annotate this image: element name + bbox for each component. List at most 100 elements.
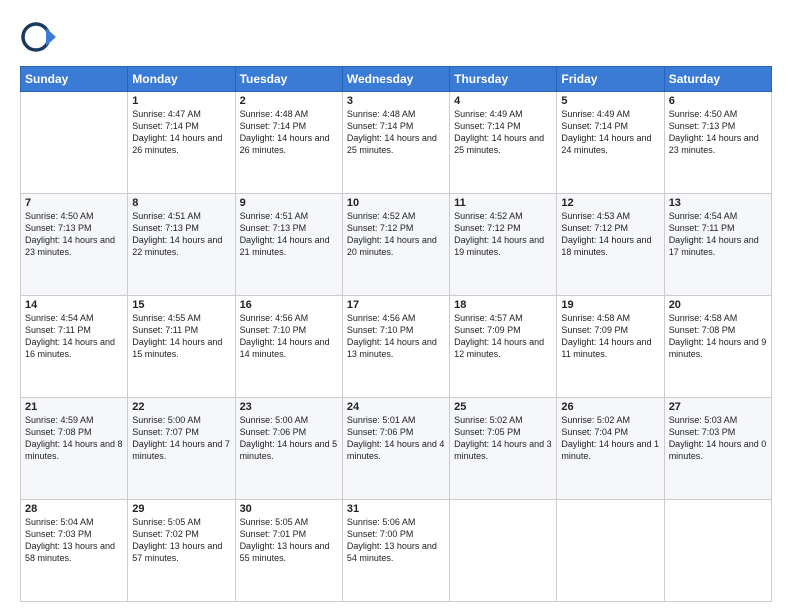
calendar-cell: 27Sunrise: 5:03 AMSunset: 7:03 PMDayligh… [664,398,771,500]
calendar-cell: 8Sunrise: 4:51 AMSunset: 7:13 PMDaylight… [128,194,235,296]
cell-info: Sunrise: 4:55 AMSunset: 7:11 PMDaylight:… [132,312,230,361]
calendar-body: 1Sunrise: 4:47 AMSunset: 7:14 PMDaylight… [21,92,772,602]
day-number: 9 [240,197,338,209]
column-header-thursday: Thursday [450,67,557,92]
day-number: 13 [669,197,767,209]
calendar-cell: 16Sunrise: 4:56 AMSunset: 7:10 PMDayligh… [235,296,342,398]
calendar-cell: 22Sunrise: 5:00 AMSunset: 7:07 PMDayligh… [128,398,235,500]
calendar-cell: 20Sunrise: 4:58 AMSunset: 7:08 PMDayligh… [664,296,771,398]
cell-info: Sunrise: 4:58 AMSunset: 7:09 PMDaylight:… [561,312,659,361]
day-number: 2 [240,95,338,107]
calendar-cell [21,92,128,194]
calendar-header-row: SundayMondayTuesdayWednesdayThursdayFrid… [21,67,772,92]
calendar-cell: 18Sunrise: 4:57 AMSunset: 7:09 PMDayligh… [450,296,557,398]
day-number: 29 [132,503,230,515]
cell-info: Sunrise: 4:57 AMSunset: 7:09 PMDaylight:… [454,312,552,361]
day-number: 10 [347,197,445,209]
calendar-week-2: 7Sunrise: 4:50 AMSunset: 7:13 PMDaylight… [21,194,772,296]
calendar-cell: 4Sunrise: 4:49 AMSunset: 7:14 PMDaylight… [450,92,557,194]
cell-info: Sunrise: 5:02 AMSunset: 7:04 PMDaylight:… [561,414,659,463]
day-number: 25 [454,401,552,413]
cell-info: Sunrise: 5:06 AMSunset: 7:00 PMDaylight:… [347,516,445,565]
cell-info: Sunrise: 4:47 AMSunset: 7:14 PMDaylight:… [132,108,230,157]
day-number: 1 [132,95,230,107]
calendar-cell [450,500,557,602]
calendar-week-3: 14Sunrise: 4:54 AMSunset: 7:11 PMDayligh… [21,296,772,398]
column-header-sunday: Sunday [21,67,128,92]
calendar-cell: 15Sunrise: 4:55 AMSunset: 7:11 PMDayligh… [128,296,235,398]
calendar-cell: 6Sunrise: 4:50 AMSunset: 7:13 PMDaylight… [664,92,771,194]
column-header-friday: Friday [557,67,664,92]
cell-info: Sunrise: 5:04 AMSunset: 7:03 PMDaylight:… [25,516,123,565]
column-header-monday: Monday [128,67,235,92]
calendar-cell: 28Sunrise: 5:04 AMSunset: 7:03 PMDayligh… [21,500,128,602]
day-number: 3 [347,95,445,107]
calendar-cell: 11Sunrise: 4:52 AMSunset: 7:12 PMDayligh… [450,194,557,296]
cell-info: Sunrise: 4:50 AMSunset: 7:13 PMDaylight:… [669,108,767,157]
calendar-cell: 25Sunrise: 5:02 AMSunset: 7:05 PMDayligh… [450,398,557,500]
column-header-saturday: Saturday [664,67,771,92]
cell-info: Sunrise: 4:58 AMSunset: 7:08 PMDaylight:… [669,312,767,361]
calendar-cell: 29Sunrise: 5:05 AMSunset: 7:02 PMDayligh… [128,500,235,602]
cell-info: Sunrise: 5:05 AMSunset: 7:02 PMDaylight:… [132,516,230,565]
calendar-cell: 23Sunrise: 5:00 AMSunset: 7:06 PMDayligh… [235,398,342,500]
day-number: 12 [561,197,659,209]
cell-info: Sunrise: 4:52 AMSunset: 7:12 PMDaylight:… [454,210,552,259]
calendar-week-5: 28Sunrise: 5:04 AMSunset: 7:03 PMDayligh… [21,500,772,602]
day-number: 21 [25,401,123,413]
calendar-cell: 10Sunrise: 4:52 AMSunset: 7:12 PMDayligh… [342,194,449,296]
day-number: 18 [454,299,552,311]
day-number: 30 [240,503,338,515]
day-number: 26 [561,401,659,413]
day-number: 17 [347,299,445,311]
cell-info: Sunrise: 5:00 AMSunset: 7:07 PMDaylight:… [132,414,230,463]
header [20,18,772,56]
day-number: 23 [240,401,338,413]
cell-info: Sunrise: 4:50 AMSunset: 7:13 PMDaylight:… [25,210,123,259]
cell-info: Sunrise: 5:01 AMSunset: 7:06 PMDaylight:… [347,414,445,463]
cell-info: Sunrise: 5:02 AMSunset: 7:05 PMDaylight:… [454,414,552,463]
day-number: 14 [25,299,123,311]
cell-info: Sunrise: 4:59 AMSunset: 7:08 PMDaylight:… [25,414,123,463]
day-number: 7 [25,197,123,209]
column-header-tuesday: Tuesday [235,67,342,92]
cell-info: Sunrise: 4:49 AMSunset: 7:14 PMDaylight:… [454,108,552,157]
calendar-cell: 19Sunrise: 4:58 AMSunset: 7:09 PMDayligh… [557,296,664,398]
cell-info: Sunrise: 5:03 AMSunset: 7:03 PMDaylight:… [669,414,767,463]
cell-info: Sunrise: 4:48 AMSunset: 7:14 PMDaylight:… [240,108,338,157]
calendar-week-4: 21Sunrise: 4:59 AMSunset: 7:08 PMDayligh… [21,398,772,500]
day-number: 15 [132,299,230,311]
cell-info: Sunrise: 4:52 AMSunset: 7:12 PMDaylight:… [347,210,445,259]
calendar-cell [664,500,771,602]
calendar-cell: 5Sunrise: 4:49 AMSunset: 7:14 PMDaylight… [557,92,664,194]
day-number: 11 [454,197,552,209]
cell-info: Sunrise: 5:00 AMSunset: 7:06 PMDaylight:… [240,414,338,463]
calendar-cell: 7Sunrise: 4:50 AMSunset: 7:13 PMDaylight… [21,194,128,296]
cell-info: Sunrise: 4:54 AMSunset: 7:11 PMDaylight:… [669,210,767,259]
day-number: 19 [561,299,659,311]
calendar-cell: 9Sunrise: 4:51 AMSunset: 7:13 PMDaylight… [235,194,342,296]
logo [20,18,62,56]
calendar-table: SundayMondayTuesdayWednesdayThursdayFrid… [20,66,772,602]
cell-info: Sunrise: 4:56 AMSunset: 7:10 PMDaylight:… [240,312,338,361]
day-number: 27 [669,401,767,413]
day-number: 24 [347,401,445,413]
cell-info: Sunrise: 4:51 AMSunset: 7:13 PMDaylight:… [132,210,230,259]
calendar-cell: 31Sunrise: 5:06 AMSunset: 7:00 PMDayligh… [342,500,449,602]
calendar-cell: 21Sunrise: 4:59 AMSunset: 7:08 PMDayligh… [21,398,128,500]
cell-info: Sunrise: 4:51 AMSunset: 7:13 PMDaylight:… [240,210,338,259]
day-number: 20 [669,299,767,311]
cell-info: Sunrise: 4:53 AMSunset: 7:12 PMDaylight:… [561,210,659,259]
logo-icon [20,18,58,56]
calendar-cell: 1Sunrise: 4:47 AMSunset: 7:14 PMDaylight… [128,92,235,194]
calendar-cell: 24Sunrise: 5:01 AMSunset: 7:06 PMDayligh… [342,398,449,500]
calendar-cell: 3Sunrise: 4:48 AMSunset: 7:14 PMDaylight… [342,92,449,194]
day-number: 28 [25,503,123,515]
page: SundayMondayTuesdayWednesdayThursdayFrid… [0,0,792,612]
calendar-cell: 14Sunrise: 4:54 AMSunset: 7:11 PMDayligh… [21,296,128,398]
calendar-cell: 26Sunrise: 5:02 AMSunset: 7:04 PMDayligh… [557,398,664,500]
calendar-cell: 17Sunrise: 4:56 AMSunset: 7:10 PMDayligh… [342,296,449,398]
calendar-week-1: 1Sunrise: 4:47 AMSunset: 7:14 PMDaylight… [21,92,772,194]
cell-info: Sunrise: 4:49 AMSunset: 7:14 PMDaylight:… [561,108,659,157]
cell-info: Sunrise: 5:05 AMSunset: 7:01 PMDaylight:… [240,516,338,565]
